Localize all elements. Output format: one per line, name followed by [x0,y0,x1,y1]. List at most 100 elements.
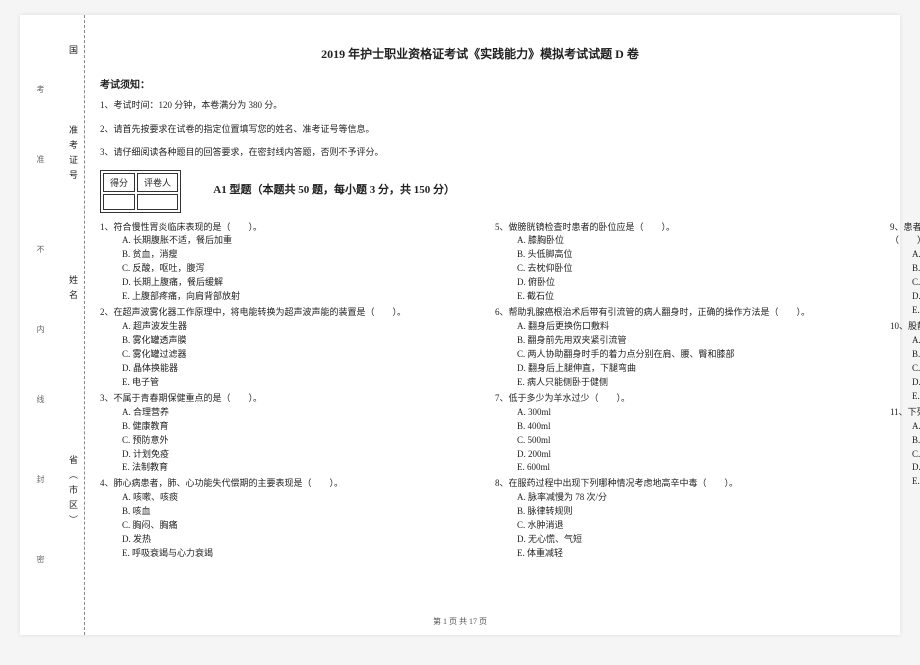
side-char-7: 密 [35,555,46,563]
question-block: 4、肺心病患者，肺、心功能失代偿期的主要表现是（ ）。A. 咳嗽、咳痰B. 咳血… [100,477,465,561]
exam-page: 国 准考证号 姓名 省（市区） 考 准 不 内 线 封 密 2019 年护士职业… [20,15,900,635]
question-block: 7、低于多少为羊水过少（ ）。A. 300mlB. 400mlC. 500mlD… [495,392,860,476]
binding-label-3: 姓名 [67,275,80,305]
question-option: A. 长期腹胀不适，餐后加重 [100,234,465,248]
question-block: 3、不属于青春期保健重点的是（ ）。A. 合理营养B. 健康教育C. 预防意外D… [100,392,465,476]
question-option: C. 胸闷、胸痛 [100,519,465,533]
side-char-3: 不 [35,245,46,253]
binding-label-4: 省（市区） [67,455,80,530]
question-option: A. 咳嗽、咳痰 [100,491,465,505]
question-option: E. 蜂窝组织炎 [890,390,920,404]
section-title: A1 型题（本题共 50 题，每小题 3 分，共 150 分） [213,181,455,197]
binding-label-1: 国 [67,45,80,60]
side-char-4: 内 [35,325,46,333]
question-text: 7、低于多少为羊水过少（ ）。 [495,392,860,406]
question-option: B. 400ml [495,420,860,434]
question-option: B. 局部血肿 [890,348,920,362]
question-option: E. 呼吸衰竭与心力衰竭 [100,547,465,561]
question-option: A. 300ml [495,406,860,420]
notice-heading: 考试须知： [100,76,860,91]
question-option: C. 反酸，呕吐，腹泻 [100,262,465,276]
score-cell-1 [103,194,135,210]
binding-margin: 国 准考证号 姓名 省（市区） 考 准 不 内 线 封 密 [35,15,85,635]
question-option: E. 病人只能侧卧于健侧 [495,376,860,390]
question-option: C. 急腹症伴糖尿病 [890,448,920,462]
question-option: C. 预防意外 [100,434,465,448]
question-option: A. 每日做口腔护理2～3次 [890,248,920,262]
question-text: 5、做膀胱镜检查时患者的卧位应是（ ）。 [495,221,860,235]
question-option: D. 晶体换能器 [100,362,465,376]
question-option: D. 200ml [495,448,860,462]
question-option: A. 超声波发生器 [100,320,465,334]
question-option: C. 500ml [495,434,860,448]
page-footer: 第 1 页 共 17 页 [20,616,900,627]
question-option: A. 翻身后更换伤口敷料 [495,320,860,334]
question-block: 1、符合慢性胃炎临床表现的是（ ）。A. 长期腹胀不适，餐后加重B. 贫血，消瘦… [100,221,465,305]
question-option: D. 无心慌、气短 [495,533,860,547]
question-text: 6、帮助乳腺癌根治术后带有引流管的病人翻身时，正确的操作方法是（ ）。 [495,306,860,320]
question-block: 2、在超声波雾化器工作原理中，将电能转换为超声波声能的装置是（ ）。A. 超声波… [100,306,465,390]
question-option: A. 急性肠梗阻 [890,420,920,434]
question-option: E. 电子管 [100,376,465,390]
score-cell-2 [137,194,178,210]
question-option: C. 两人协助翻身时手的着力点分别在肩、腰、臀和膝部 [495,348,860,362]
question-option: A. 合理营养 [100,406,465,420]
question-option: B. 咳血 [100,505,465,519]
question-option: A. 膝胸卧位 [495,234,860,248]
question-option: A. 脉率减慢为 78 次/分 [495,491,860,505]
notice-2: 2、请首先按要求在试卷的指定位置填写您的姓名、准考证号等信息。 [100,123,860,137]
score-table: 得分 评卷人 [100,170,181,213]
question-text: 4、肺心病患者，肺、心功能失代偿期的主要表现是（ ）。 [100,477,465,491]
question-option: D. 计划免疫 [100,448,465,462]
question-text: 1、符合慢性胃炎临床表现的是（ ）。 [100,221,465,235]
question-text: 8、在服药过程中出现下列哪种情况考虑地高辛中毒（ ）。 [495,477,860,491]
notice-3: 3、请仔细阅读各种题目的回答要求，在密封线内答题，否则不予评分。 [100,146,860,160]
question-option: B. 健康教育 [100,420,465,434]
question-option: C. 雾化罐过滤器 [100,348,465,362]
question-option: B. 老年急腹症患者 [890,434,920,448]
questions-container: 1、符合慢性胃炎临床表现的是（ ）。A. 长期腹胀不适，餐后加重B. 贫血，消瘦… [100,221,860,631]
question-text: 2、在超声波雾化器工作原理中，将电能转换为超声波声能的装置是（ ）。 [100,306,465,320]
question-block: 9、患者患脑血管意外，昏迷已半年，长期鼻饲，在护理操作中，下列哪项措施不妥（ ）… [890,221,920,319]
question-option: E. 急腹症伴移动性浊音 [890,475,920,489]
question-option: D. 静脉炎 [890,376,920,390]
question-option: B. 头低脚高位 [495,248,860,262]
question-option: C. 每次鼻饲间隔时间不少于2h [890,276,920,290]
side-char-5: 线 [35,395,46,403]
question-option: D. 急腹症伴腹膜刺激征 [890,461,920,475]
question-block: 11、下列急腹症患者必须做胃肠减压的是（ ）。A. 急性肠梗阻B. 老年急腹症患… [890,406,920,490]
question-option: B. 雾化罐透声膜 [100,334,465,348]
question-option: B. 贫血，消瘦 [100,248,465,262]
score-section-row: 得分 评卷人 A1 型题（本题共 50 题，每小题 3 分，共 150 分） [100,170,860,213]
question-option: C. 水肿消退 [495,519,860,533]
question-option: A. 血栓 [890,334,920,348]
question-text: 9、患者患脑血管意外，昏迷已半年，长期鼻饲，在护理操作中，下列哪项措施不妥（ ）… [890,221,920,249]
question-block: 5、做膀胱镜检查时患者的卧位应是（ ）。A. 膝胸卧位B. 头低脚高位C. 去枕… [495,221,860,305]
question-option: E. 胃管应每日更换，晚上拔出，次晨再由另一鼻孔插入 [890,304,920,318]
question-text: 3、不属于青春期保健重点的是（ ）。 [100,392,465,406]
binding-label-2: 准考证号 [67,125,80,185]
question-option: C. 空气栓塞 [890,362,920,376]
question-option: C. 去枕仰卧位 [495,262,860,276]
question-option: B. 注入流质或药物前要检查胃管是否在胃中 [890,262,920,276]
question-option: D. 长期上腹痛，餐后缓解 [100,276,465,290]
question-option: B. 翻身前先用双夹紧引流管 [495,334,860,348]
question-option: D. 发热 [100,533,465,547]
question-option: D. 翻身后上腿伸直，下腿弯曲 [495,362,860,376]
question-option: D. 俯卧位 [495,276,860,290]
score-header-1: 得分 [103,173,135,192]
question-option: B. 脉律转规则 [495,505,860,519]
question-block: 6、帮助乳腺癌根治术后带有引流管的病人翻身时，正确的操作方法是（ ）。A. 翻身… [495,306,860,390]
question-option: D. 所有灌注物品应每天消毒1次 [890,290,920,304]
question-option: E. 体重减轻 [495,547,860,561]
score-header-2: 评卷人 [137,173,178,192]
side-char-6: 封 [35,475,46,483]
question-option: E. 截石位 [495,290,860,304]
question-text: 10、股静脉穿刺后按压不当，最容易发生（ ）。 [890,320,920,334]
question-option: E. 上腹部疼痛，向肩背部放射 [100,290,465,304]
exam-title: 2019 年护士职业资格证考试《实践能力》模拟考试试题 D 卷 [100,45,860,62]
question-option: E. 法制教育 [100,461,465,475]
side-char-1: 考 [35,85,46,93]
question-block: 8、在服药过程中出现下列哪种情况考虑地高辛中毒（ ）。A. 脉率减慢为 78 次… [495,477,860,561]
question-option: E. 600ml [495,461,860,475]
